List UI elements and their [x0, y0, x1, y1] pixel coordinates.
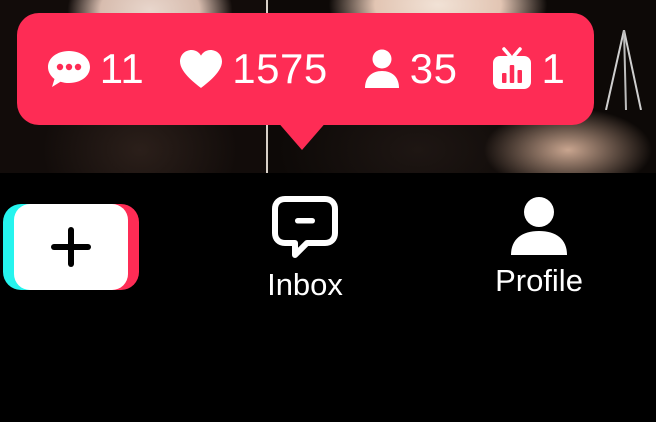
plus-icon: [51, 227, 91, 267]
nav-item-profile[interactable]: Profile: [479, 195, 599, 296]
nav-label-profile: Profile: [495, 263, 583, 298]
comments-count: 11: [99, 45, 145, 92]
tooltip-pointer: [276, 120, 328, 150]
viewers-count: 35: [409, 45, 458, 92]
nav-item-inbox[interactable]: Inbox: [245, 195, 365, 300]
tripod-background: [605, 30, 642, 110]
likes-stat: 1575: [178, 48, 327, 90]
message-bubble-icon: [272, 196, 338, 258]
person-icon: [364, 49, 399, 88]
profile-icon: [511, 197, 567, 255]
viewers-stat: 35: [362, 48, 458, 90]
comments-stat: 11: [46, 48, 145, 90]
app-screen: 11 1575 35 1 Inbox Profile: [0, 0, 656, 422]
live-stats-tooltip: 11 1575 35 1: [17, 13, 594, 125]
bottom-navigation-bar: Inbox Profile: [0, 173, 656, 422]
likes-count: 1575: [232, 45, 328, 92]
create-button-face: [14, 204, 128, 290]
heart-icon: [180, 50, 223, 88]
comment-icon: [47, 51, 90, 87]
tv-chart-icon: [493, 47, 532, 89]
nav-label-inbox: Inbox: [267, 267, 343, 302]
create-button[interactable]: [3, 204, 139, 290]
gifts-stat: 1: [491, 47, 565, 91]
gifts-count: 1: [541, 45, 566, 92]
